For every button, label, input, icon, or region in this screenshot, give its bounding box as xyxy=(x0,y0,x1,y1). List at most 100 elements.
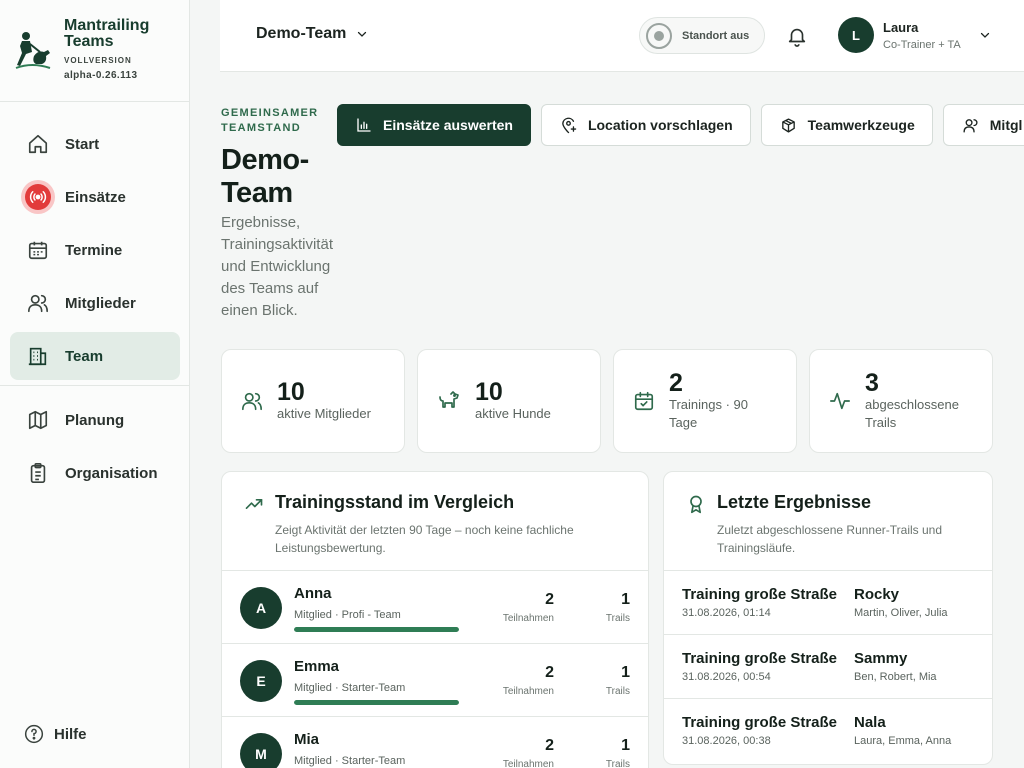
nav-item-planung[interactable]: Planung xyxy=(10,396,180,444)
clipboard-icon xyxy=(26,461,50,485)
member-meta: Mitglied · Starter-Team xyxy=(294,755,406,767)
location-toggle[interactable]: Standort aus xyxy=(639,17,765,54)
result-people: Martin, Oliver, Julia xyxy=(854,607,948,619)
nav-label: Start xyxy=(65,135,100,153)
trails-value: 1 xyxy=(621,591,630,608)
members-button[interactable]: Mitgl xyxy=(942,104,1024,146)
alarm-icon xyxy=(21,180,55,214)
stat-completed-trails: 3 abgeschlossene Trails xyxy=(809,349,993,453)
top-header: Demo-Team Standort aus L Laura Co-Traine… xyxy=(220,0,1024,72)
help-label: Hilfe xyxy=(54,725,87,743)
participations-value: 2 xyxy=(545,664,554,681)
calendar-check-icon xyxy=(633,390,655,412)
sidebar: Mantrailing Teams VOLLVERSION alpha-0.26… xyxy=(0,0,190,768)
dog-icon xyxy=(437,389,461,413)
stat-label: aktive Hunde xyxy=(475,406,551,421)
team-switcher[interactable]: Demo-Team xyxy=(256,25,368,43)
result-title: Training große Straße xyxy=(682,586,838,603)
nav-label: Einsätze xyxy=(65,188,126,206)
stat-active-dogs: 10 aktive Hunde xyxy=(417,349,601,453)
home-icon xyxy=(26,132,50,156)
result-row[interactable]: Training große Straße 31.08.2026, 00:38 … xyxy=(664,699,992,763)
bar-chart-icon xyxy=(357,118,371,132)
chevron-down-icon xyxy=(980,32,989,38)
nav-item-team[interactable]: Team xyxy=(10,332,180,380)
page-title: Demo-Team xyxy=(221,144,309,209)
member-name: Emma xyxy=(294,658,340,675)
nav-label: Mitglieder xyxy=(65,294,136,312)
result-row[interactable]: Training große Straße 31.08.2026, 00:54 … xyxy=(664,635,992,699)
result-row[interactable]: Training große Straße 31.08.2026, 01:14 … xyxy=(664,571,992,635)
brand: Mantrailing Teams VOLLVERSION alpha-0.26… xyxy=(0,0,189,102)
nav-item-termine[interactable]: Termine xyxy=(10,226,180,274)
member-row[interactable]: A Anna Mitglied · Profi - Team 2 Teilnah… xyxy=(222,571,648,644)
users-icon xyxy=(26,291,50,315)
latest-results-card: Letzte Ergebnisse Zuletzt abgeschlossene… xyxy=(663,471,993,765)
action-label: Teamwerkzeuge xyxy=(807,117,915,133)
nav-item-organisation[interactable]: Organisation xyxy=(10,449,180,497)
card-title: Letzte Ergebnisse xyxy=(717,492,872,512)
trending-up-icon xyxy=(244,494,264,514)
map-icon xyxy=(26,408,50,432)
nav-divider xyxy=(0,385,190,386)
result-title: Training große Straße xyxy=(682,714,838,731)
avatar: M xyxy=(240,733,282,768)
stat-label: aktive Mitglieder xyxy=(277,406,371,421)
action-label: Mitgl xyxy=(989,117,1023,133)
award-icon xyxy=(686,494,706,514)
stat-value: 3 xyxy=(865,369,879,397)
team-tools-button[interactable]: Teamwerkzeuge xyxy=(760,104,933,146)
stat-trainings: 2 Trainings · 90 Tage xyxy=(613,349,797,453)
help-icon xyxy=(24,724,44,744)
stats-row: 10 aktive Mitglieder 10 aktive Hunde 2 T… xyxy=(221,349,1005,453)
suggest-location-button[interactable]: Location vorschlagen xyxy=(540,104,751,146)
member-name: Mia xyxy=(294,731,320,748)
bell-icon[interactable] xyxy=(786,24,808,48)
member-name: Anna xyxy=(294,585,332,602)
avatar: L xyxy=(838,17,874,53)
trails-value: 1 xyxy=(621,737,630,754)
user-name: Laura xyxy=(883,19,919,35)
result-date: 31.08.2026, 00:54 xyxy=(682,671,771,683)
location-toggle-label: Standort aus xyxy=(682,29,750,42)
page-eyebrow: GEMEINSAMER TEAMSTAND xyxy=(221,107,319,134)
result-title: Training große Straße xyxy=(682,650,838,667)
nav-item-einsaetze[interactable]: Einsätze xyxy=(10,173,180,221)
calendar-icon xyxy=(26,238,50,262)
nav-item-start[interactable]: Start xyxy=(10,120,180,168)
stat-label: abgeschlossene Trails xyxy=(865,397,959,430)
result-dog: Sammy xyxy=(854,650,908,667)
building-icon xyxy=(26,344,50,368)
result-date: 31.08.2026, 01:14 xyxy=(682,607,771,619)
stat-value: 2 xyxy=(669,369,683,397)
nav-label: Organisation xyxy=(65,464,158,482)
user-icon xyxy=(963,118,978,133)
nav-label: Termine xyxy=(65,241,123,259)
nav-label: Team xyxy=(65,347,104,365)
nav-label: Planung xyxy=(65,411,125,429)
brand-edition: VOLLVERSION xyxy=(64,56,132,65)
result-dog: Rocky xyxy=(854,586,900,603)
trails-label: Trails xyxy=(605,686,630,697)
trails-value: 1 xyxy=(621,664,630,681)
evaluate-missions-button[interactable]: Einsätze auswerten xyxy=(337,104,531,146)
avatar: E xyxy=(240,660,282,702)
result-people: Ben, Robert, Mia xyxy=(854,671,937,683)
member-meta: Mitglied · Profi - Team xyxy=(294,609,401,621)
trails-label: Trails xyxy=(605,759,630,768)
main-nav: Start Einsätze Termine Mitglieder Team P… xyxy=(0,120,190,502)
nav-item-mitglieder[interactable]: Mitglieder xyxy=(10,279,180,327)
user-menu[interactable]: L Laura Co-Trainer + TA xyxy=(838,17,991,53)
member-row[interactable]: E Emma Mitglied · Starter-Team 2 Teilnah… xyxy=(222,644,648,717)
member-meta: Mitglied · Starter-Team xyxy=(294,682,406,694)
avatar: A xyxy=(240,587,282,629)
participations-value: 2 xyxy=(545,591,554,608)
result-people: Laura, Emma, Anna xyxy=(854,735,952,747)
package-icon xyxy=(781,117,795,133)
activity-bar xyxy=(294,700,459,705)
action-label: Einsätze auswerten xyxy=(383,117,513,133)
help-link[interactable]: Hilfe xyxy=(24,724,87,744)
member-row[interactable]: M Mia Mitglied · Starter-Team 2 Teilnahm… xyxy=(222,717,648,768)
activity-icon xyxy=(829,390,851,412)
stat-value: 10 xyxy=(277,378,305,406)
